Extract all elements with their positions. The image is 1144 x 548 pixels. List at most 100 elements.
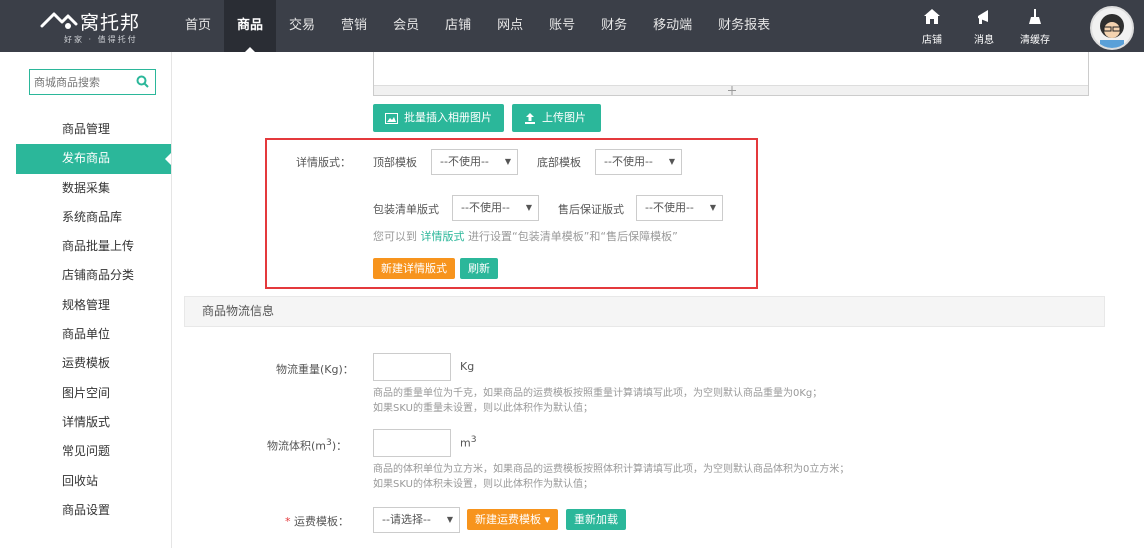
detail-format-label: 详情版式： [296, 156, 351, 169]
sidebar-item-faq[interactable]: 常见问题 [16, 437, 171, 466]
search-input[interactable] [30, 70, 138, 94]
new-freight-label: 新建运费模板 [475, 513, 541, 526]
packing-list-label: 包装清单版式 [373, 203, 439, 216]
nav-account[interactable]: 账号 [536, 0, 588, 52]
volume-label: 物流体积(m3)： [267, 437, 347, 454]
sidebar-item-goods-unit[interactable]: 商品单位 [16, 320, 171, 349]
volume-label-tail: )： [331, 439, 348, 453]
logistics-section-title: 商品物流信息 [184, 296, 1105, 327]
nav-finance-report[interactable]: 财务报表 [705, 0, 783, 52]
sidebar-item-publish-goods[interactable]: 发布商品 [16, 144, 171, 174]
weight-input[interactable] [373, 353, 451, 381]
search-icon[interactable] [136, 75, 149, 88]
sidebar: 商品管理 发布商品 数据采集 系统商品库 商品批量上传 店铺商品分类 规格管理 … [0, 52, 172, 548]
chevron-down-icon: ▼ [525, 203, 532, 212]
aftersale-value: --不使用-- [645, 201, 694, 214]
bottom-template-select[interactable]: --不使用-- ▼ [595, 149, 682, 175]
main-nav: 首页 商品 交易 营销 会员 店铺 网点 账号 财务 移动端 财务报表 [172, 0, 783, 52]
upload-image-button[interactable]: 上传图片 [512, 104, 601, 132]
broom-icon [1029, 9, 1041, 24]
nav-goods-label: 商品 [237, 18, 264, 33]
sidebar-item-image-space[interactable]: 图片空间 [16, 379, 171, 408]
freight-label-text: 运费模板： [290, 515, 349, 528]
nav-goods[interactable]: 商品 [224, 0, 277, 52]
clear-cache-link[interactable]: 清缓存 [1015, 8, 1055, 46]
freight-label: * 运费模板： [285, 513, 349, 529]
sidebar-item-goods-manage[interactable]: 商品管理 [16, 115, 171, 144]
upload-icon [525, 113, 535, 124]
nav-finance[interactable]: 财务 [588, 0, 640, 52]
chevron-down-icon: ▼ [446, 515, 453, 524]
brand-name: 窝托邦 [80, 12, 141, 34]
hint-text-after: 进行设置“包装清单模板”和“售后保障模板” [464, 230, 678, 243]
sidebar-item-goods-settings[interactable]: 商品设置 [16, 496, 171, 525]
logo[interactable]: 窝托邦 好家 · 值得托付 [40, 6, 150, 46]
top-template-select[interactable]: --不使用-- ▼ [431, 149, 518, 175]
reload-button[interactable]: 重新加载 [566, 509, 626, 530]
detail-format-link[interactable]: 详情版式 [421, 230, 465, 243]
messages-link[interactable]: 消息 [964, 8, 1004, 46]
image-icon [385, 112, 398, 124]
volume-input[interactable] [373, 429, 451, 457]
weight-hint-1: 商品的重量单位为千克，如果商品的运费模板按照重量计算请填写此项，为空则默认商品重… [373, 388, 823, 399]
bottom-template-value: --不使用-- [604, 155, 653, 168]
nav-mobile[interactable]: 移动端 [640, 0, 705, 52]
volume-hint-2: 如果SKU的体积未设置，则以此体积作为默认值； [373, 479, 593, 490]
resize-handle-icon[interactable] [726, 86, 738, 95]
clear-cache-label: 清缓存 [1020, 35, 1050, 46]
main-content: 批量插入相册图片 上传图片 详情版式： 顶部模板 --不使用-- ▼ 底部模板 -… [172, 52, 1144, 548]
top-template-label: 顶部模板 [373, 156, 417, 169]
sidebar-item-label: 发布商品 [62, 151, 111, 166]
upload-label: 上传图片 [542, 111, 586, 124]
batch-insert-label: 批量插入相册图片 [404, 111, 492, 124]
chevron-down-icon: ▼ [668, 157, 675, 166]
chevron-down-icon: ▼ [504, 157, 511, 166]
logo-mark-icon [40, 12, 78, 29]
sidebar-item-spec-manage[interactable]: 规格管理 [16, 291, 171, 320]
rich-text-editor[interactable] [373, 52, 1089, 96]
messages-label: 消息 [974, 35, 994, 46]
volume-hint-1: 商品的体积单位为立方米，如果商品的运费模板按照体积计算请填写此项，为空则默认商品… [373, 464, 850, 475]
sidebar-item-store-category[interactable]: 店铺商品分类 [16, 261, 171, 290]
avatar[interactable] [1090, 6, 1134, 50]
sidebar-item-freight-template[interactable]: 运费模板 [16, 349, 171, 378]
store-link[interactable]: 店铺 [912, 8, 952, 46]
nav-trade[interactable]: 交易 [276, 0, 328, 52]
sidebar-item-system-library[interactable]: 系统商品库 [16, 203, 171, 232]
aftersale-select[interactable]: --不使用-- ▼ [636, 195, 723, 221]
weight-label: 物流重量(Kg)： [276, 363, 354, 376]
store-label: 店铺 [922, 35, 942, 46]
nav-store[interactable]: 店铺 [432, 0, 484, 52]
weight-hint-2: 如果SKU的重量未设置，则以此体积作为默认值； [373, 403, 593, 414]
sidebar-item-data-collect[interactable]: 数据采集 [16, 174, 171, 203]
detail-format-hint: 您可以到 详情版式 进行设置“包装清单模板”和“售后保障模板” [373, 228, 678, 244]
packing-list-value: --不使用-- [461, 201, 510, 214]
top-bar: 窝托邦 好家 · 值得托付 首页 商品 交易 营销 会员 店铺 网点 账号 财务… [0, 0, 1144, 52]
megaphone-icon [978, 10, 988, 24]
volume-unit: m3 [460, 434, 477, 450]
sidebar-item-detail-format[interactable]: 详情版式 [16, 408, 171, 437]
bottom-template-label: 底部模板 [537, 156, 581, 169]
nav-member[interactable]: 会员 [380, 0, 432, 52]
sidebar-item-batch-upload[interactable]: 商品批量上传 [16, 232, 171, 261]
brand-slogan: 好家 · 值得托付 [64, 35, 138, 44]
volume-label-text: 物流体积(m [267, 439, 327, 453]
nav-marketing[interactable]: 营销 [328, 0, 380, 52]
chevron-down-icon: ▼ [709, 203, 716, 212]
nav-outlet[interactable]: 网点 [484, 0, 536, 52]
sidebar-item-recycle-bin[interactable]: 回收站 [16, 467, 171, 496]
active-notch-icon [165, 153, 171, 166]
new-detail-format-button[interactable]: 新建详情版式 [373, 258, 455, 279]
freight-template-value: --请选择-- [382, 513, 431, 526]
hint-text-before: 您可以到 [373, 230, 421, 243]
top-template-value: --不使用-- [440, 155, 489, 168]
nav-home[interactable]: 首页 [172, 0, 224, 52]
home-icon [924, 9, 940, 24]
packing-list-select[interactable]: --不使用-- ▼ [452, 195, 539, 221]
new-freight-template-button[interactable]: 新建运费模板 ▾ [467, 509, 559, 530]
weight-unit: Kg [460, 360, 475, 373]
refresh-button[interactable]: 刷新 [460, 258, 498, 279]
freight-template-select[interactable]: --请选择-- ▼ [373, 507, 460, 533]
editor-status-bar [374, 85, 1088, 95]
batch-insert-album-button[interactable]: 批量插入相册图片 [373, 104, 504, 132]
